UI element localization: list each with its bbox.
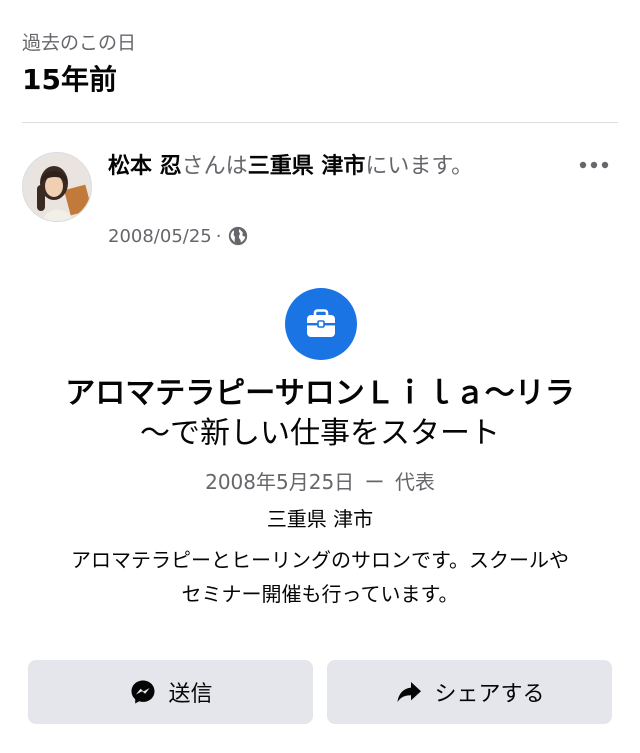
post-header-text: 松本 忍さんは三重県 津市にいます。	[108, 150, 528, 183]
event-dash: ー	[364, 470, 385, 494]
event-title-line1: アロマテラピーサロンＬｉｌａ〜リラ	[65, 376, 575, 411]
messenger-icon	[128, 677, 158, 707]
event-title-line2: 〜で新しい仕事をスタート	[140, 416, 500, 451]
status-text-middle: さんは	[181, 154, 248, 179]
more-dots-icon	[579, 161, 609, 169]
place-name[interactable]: 三重県 津市	[248, 154, 366, 179]
send-button[interactable]: 送信	[28, 660, 313, 724]
event-role: 代表	[394, 470, 435, 494]
divider	[22, 122, 618, 123]
event-location: 三重県 津市	[266, 507, 374, 531]
event-icon-badge	[285, 288, 357, 360]
globe-icon[interactable]	[227, 225, 249, 247]
author-name[interactable]: 松本 忍	[108, 154, 182, 179]
briefcase-icon	[307, 309, 335, 337]
event-date-role: 2008年5月25日 ー 代表	[20, 466, 620, 495]
post-date[interactable]: 2008/05/25	[108, 226, 212, 247]
event-title: アロマテラピーサロンＬｉｌａ〜リラ 〜で新しい仕事をスタート	[20, 374, 620, 454]
more-options-button[interactable]	[574, 150, 614, 180]
event-description-line2: セミナー開催も行っています。	[181, 582, 459, 606]
event-description: アロマテラピーとヒーリングのサロンです。スクールや セミナー開催も行っています。	[20, 543, 620, 611]
event-date: 2008年5月25日	[205, 470, 355, 494]
section-label: 過去のこの日	[22, 32, 137, 54]
avatar-photo	[23, 153, 91, 221]
event-description-line1: アロマテラピーとヒーリングのサロンです。スクールや	[71, 548, 569, 572]
share-arrow-icon	[394, 677, 424, 707]
post-meta: 2008/05/25 ·	[108, 225, 249, 247]
avatar[interactable]	[22, 152, 92, 222]
share-button-label: シェアする	[434, 682, 545, 707]
meta-separator: ·	[215, 225, 222, 247]
status-text-end: にいます。	[365, 154, 474, 179]
years-ago-heading: 15年前	[22, 63, 117, 96]
share-button[interactable]: シェアする	[327, 660, 612, 724]
send-button-label: 送信	[168, 682, 213, 707]
